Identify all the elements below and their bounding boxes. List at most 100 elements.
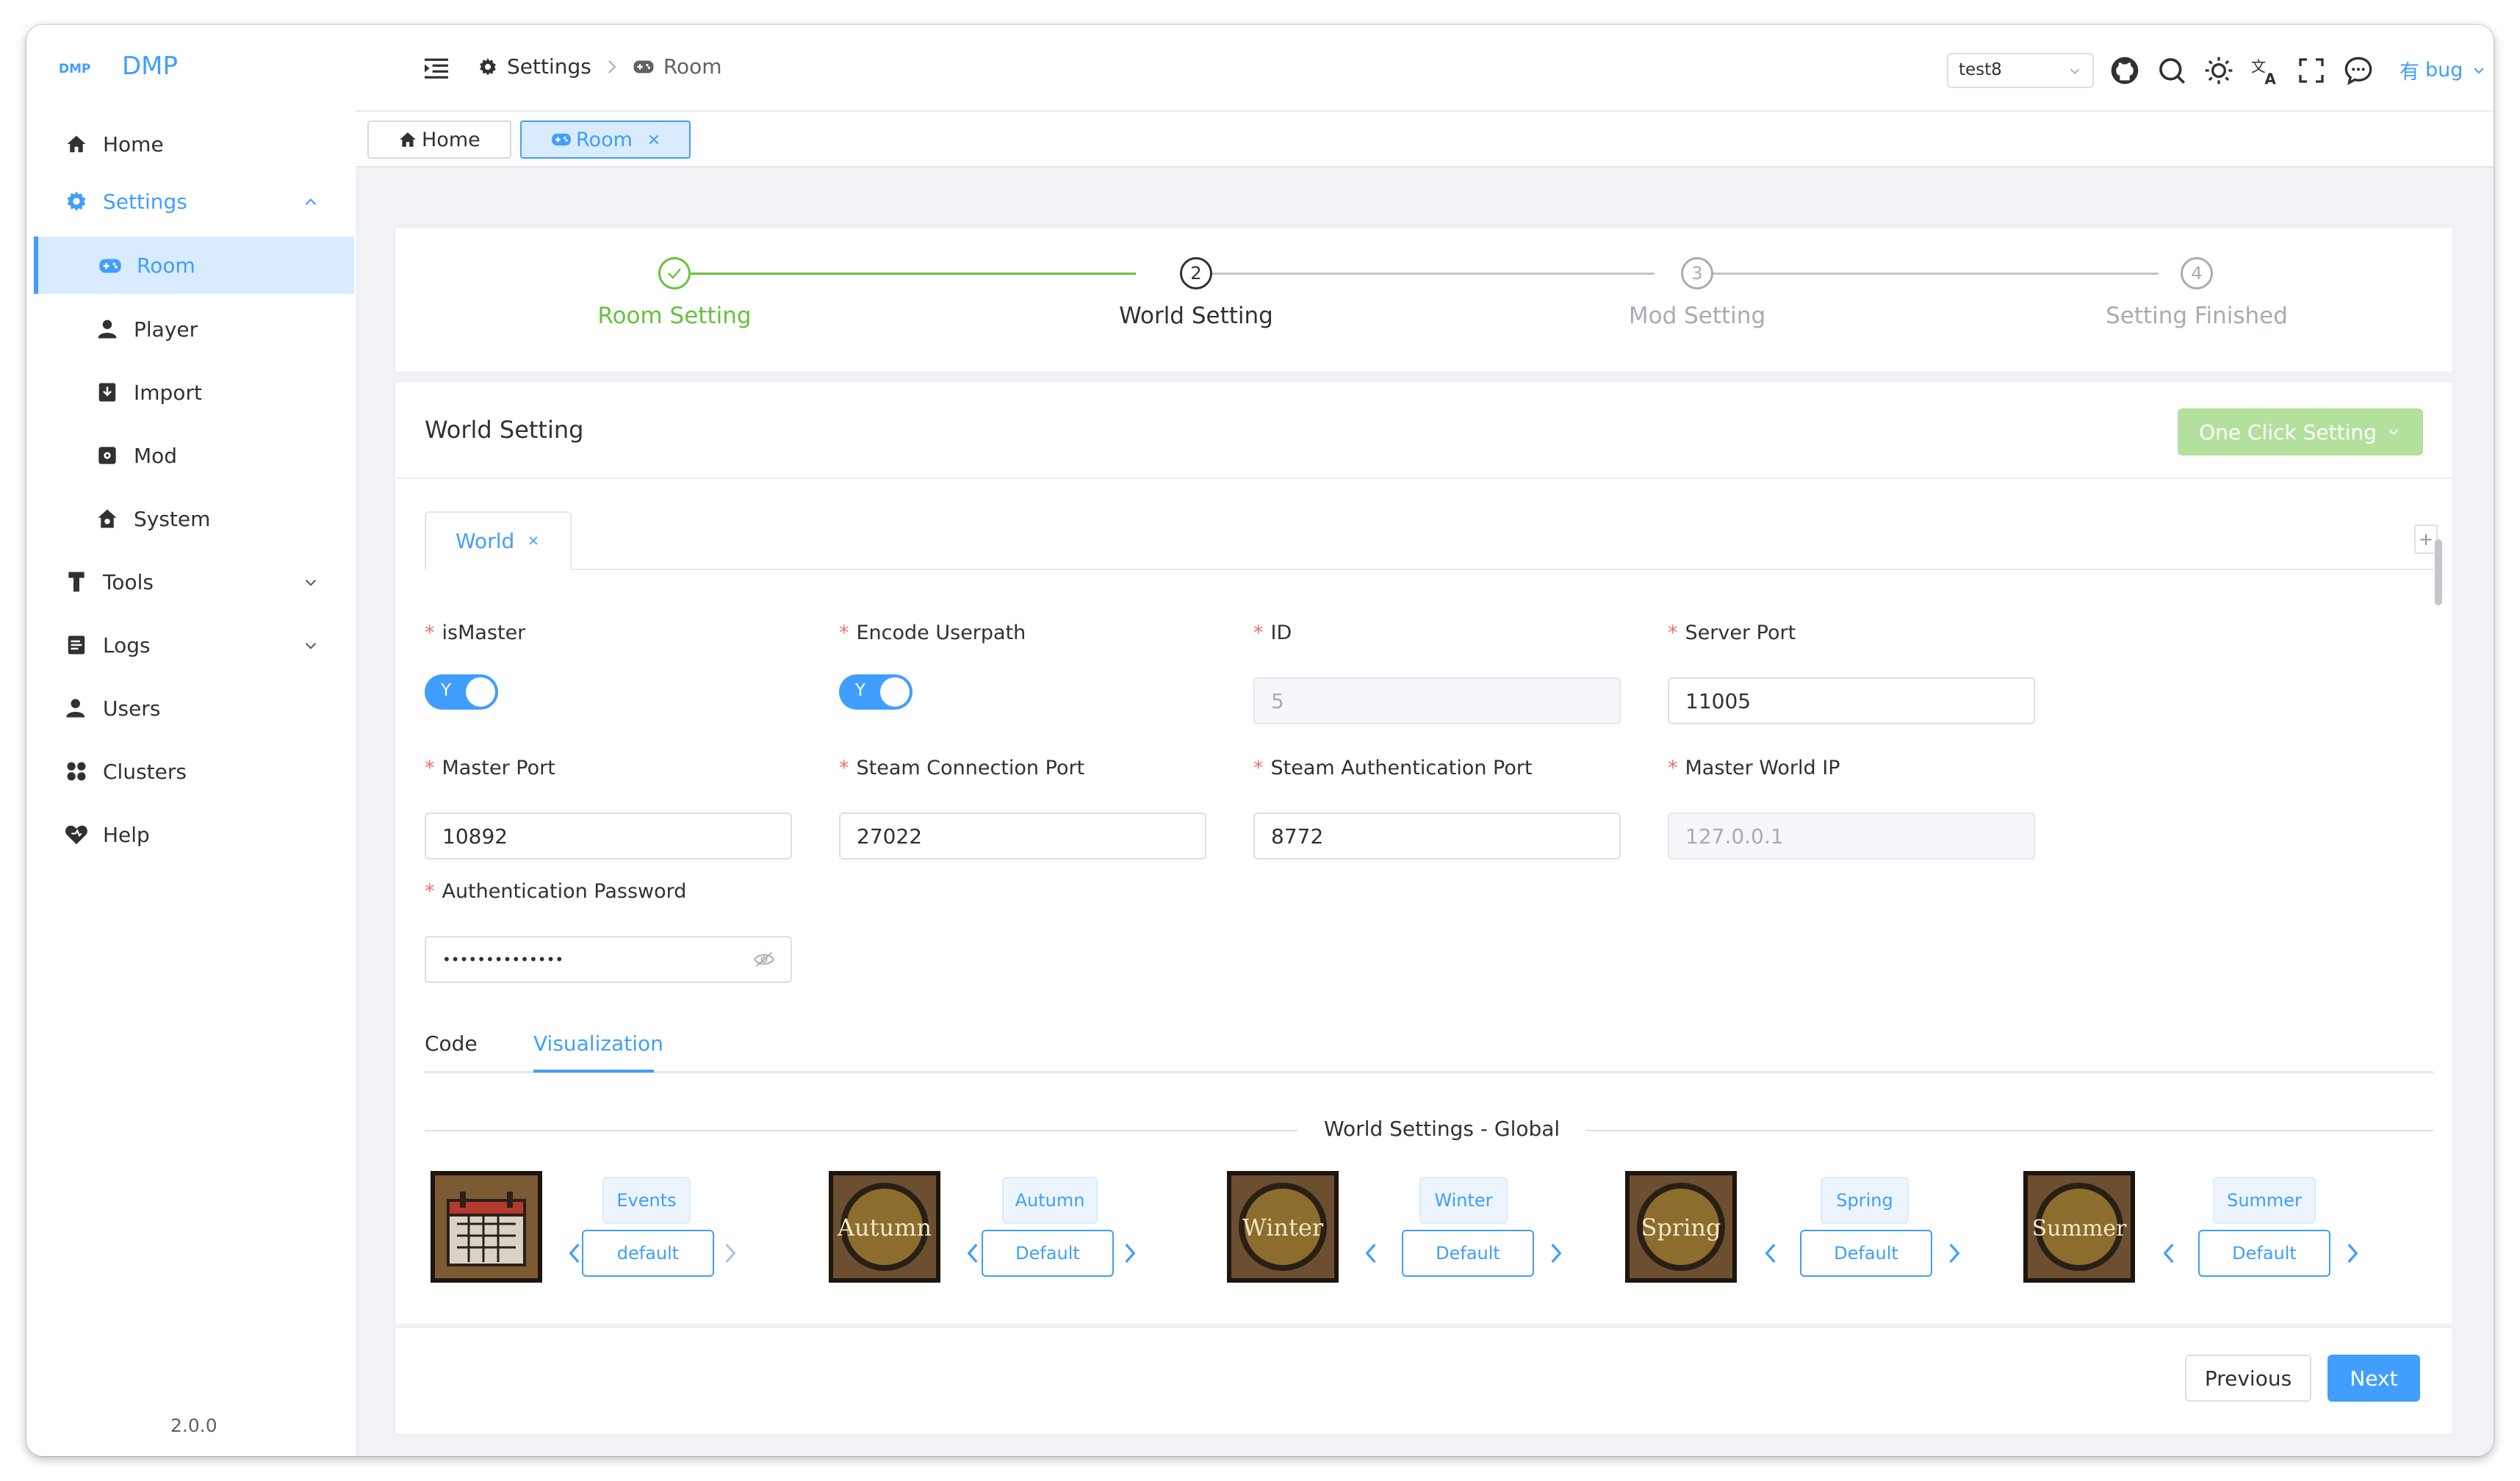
chevron-right-icon[interactable]	[721, 1242, 739, 1265]
previous-button[interactable]: Previous	[2185, 1355, 2311, 1402]
events-select[interactable]: default	[582, 1230, 714, 1277]
close-icon[interactable]	[528, 535, 539, 549]
chevron-left-icon[interactable]	[1762, 1242, 1779, 1265]
cluster-select-value: test8	[1959, 60, 2002, 79]
sidebar-item-room[interactable]: Room	[34, 237, 354, 294]
chevron-left-icon[interactable]	[1362, 1242, 1380, 1265]
chevron-right-icon[interactable]	[1121, 1242, 1139, 1265]
sidebar-item-tools[interactable]: Tools	[26, 552, 356, 611]
theme-sun-icon[interactable]	[2204, 56, 2233, 88]
breadcrumb-item[interactable]: Settings	[507, 54, 591, 79]
chevron-left-icon[interactable]	[964, 1242, 982, 1265]
github-icon[interactable]	[2110, 56, 2139, 88]
sidebar-item-label: System	[134, 506, 211, 531]
user-menu[interactable]: 有 bug	[2400, 56, 2488, 84]
steam-connection-port-field[interactable]: 27022	[839, 812, 1206, 860]
home-icon	[63, 131, 90, 157]
steam-auth-port-field[interactable]: 8772	[1253, 812, 1621, 860]
sidebar-item-player[interactable]: Player	[26, 300, 356, 358]
winter-image: Winter	[1227, 1171, 1339, 1283]
tabs-header-line	[425, 569, 2433, 570]
menu-collapse-icon[interactable]	[425, 57, 448, 82]
summer-image: Summer	[2023, 1171, 2135, 1283]
step-connector	[1713, 273, 2159, 275]
step-number: 3	[1681, 257, 1713, 289]
user-icon	[94, 316, 120, 342]
autumn-select[interactable]: Default	[982, 1230, 1114, 1277]
chevron-right-icon	[606, 60, 618, 74]
user-prefix: 有	[2400, 61, 2419, 84]
winter-select[interactable]: Default	[1402, 1230, 1534, 1277]
svg-text:Spring: Spring	[1641, 1214, 1721, 1242]
one-click-setting-button[interactable]: One Click Setting	[2178, 408, 2423, 455]
sidebar-item-label: Settings	[103, 189, 187, 214]
tag-home[interactable]: Home	[367, 120, 511, 159]
svg-text:文: 文	[2251, 58, 2266, 76]
chevron-right-icon[interactable]	[2344, 1242, 2361, 1265]
sidebar-item-label: Home	[103, 131, 164, 156]
field-label: * Server Port	[1668, 621, 1796, 644]
gamepad-icon	[633, 59, 655, 75]
server-port-field[interactable]: 11005	[1668, 677, 2035, 724]
tab-world[interactable]: World	[425, 511, 572, 570]
next-button[interactable]: Next	[2328, 1355, 2420, 1402]
translate-icon[interactable]: 文A	[2251, 56, 2280, 88]
eye-hidden-icon[interactable]	[754, 951, 774, 972]
step-title: World Setting	[1119, 303, 1273, 329]
home-icon	[398, 130, 417, 149]
summer-select[interactable]: Default	[2198, 1230, 2330, 1277]
tag-label: Room	[576, 128, 633, 151]
field-label: * isMaster	[425, 621, 526, 644]
sidebar-item-logs[interactable]: Logs	[26, 616, 356, 674]
tab-code[interactable]: Code	[425, 1031, 478, 1056]
switch-text: Y	[441, 681, 452, 700]
season-tag: Winter	[1419, 1177, 1508, 1224]
tools-icon	[63, 569, 90, 595]
svg-text:Autumn: Autumn	[837, 1214, 932, 1242]
gear-icon	[63, 188, 90, 215]
button-label: One Click Setting	[2199, 419, 2377, 444]
chevron-right-icon[interactable]	[1547, 1242, 1565, 1265]
chevron-down-icon	[2470, 62, 2488, 79]
field-label: * ID	[1253, 621, 1292, 644]
chevron-down-icon	[2066, 63, 2084, 82]
master-port-field[interactable]: 10892	[425, 812, 792, 860]
scrollbar[interactable]	[2435, 539, 2442, 605]
tag-room[interactable]: Room	[520, 120, 691, 159]
sidebar-item-home[interactable]: Home	[26, 115, 356, 173]
chevron-down-icon	[301, 573, 320, 592]
sidebar-item-users[interactable]: Users	[26, 679, 356, 738]
spring-select[interactable]: Default	[1800, 1230, 1932, 1277]
chevron-left-icon[interactable]	[566, 1242, 583, 1265]
cluster-select[interactable]: test8	[1947, 53, 2094, 88]
fullscreen-icon[interactable]	[2298, 57, 2325, 87]
chevron-right-icon[interactable]	[1945, 1242, 1963, 1265]
logs-icon	[63, 632, 90, 658]
sidebar-item-system[interactable]: System	[26, 489, 356, 548]
autumn-image: Autumn	[829, 1171, 940, 1283]
close-icon[interactable]	[647, 133, 660, 146]
user-name: bug	[2425, 59, 2463, 82]
step-done-check-icon	[658, 257, 691, 289]
sidebar-item-help[interactable]: Help	[26, 805, 356, 864]
breadcrumb-item: Room	[663, 54, 722, 79]
sidebar-item-settings[interactable]: Settings	[26, 172, 356, 231]
encode-userpath-switch[interactable]: Y	[839, 674, 912, 710]
step-number: 4	[2181, 257, 2213, 289]
is-master-switch[interactable]: Y	[425, 674, 498, 710]
sidebar-item-label: Tools	[103, 569, 154, 594]
season-tag: Autumn	[1002, 1177, 1098, 1224]
search-icon[interactable]	[2157, 56, 2186, 88]
id-field: 5	[1253, 677, 1621, 724]
tab-visualization[interactable]: Visualization	[533, 1031, 663, 1056]
chevron-left-icon[interactable]	[2160, 1242, 2178, 1265]
sidebar-item-mod[interactable]: Mod	[26, 426, 356, 485]
spring-image: Spring	[1625, 1171, 1737, 1283]
chat-icon[interactable]	[2344, 56, 2373, 88]
tab-label: World	[456, 529, 515, 553]
sidebar-item-label: Import	[134, 380, 202, 405]
switch-text: Y	[855, 681, 866, 700]
auth-password-field[interactable]: ••••••••••••••	[425, 936, 792, 983]
sidebar-item-import[interactable]: Import	[26, 363, 356, 422]
sidebar-item-clusters[interactable]: Clusters	[26, 742, 356, 801]
